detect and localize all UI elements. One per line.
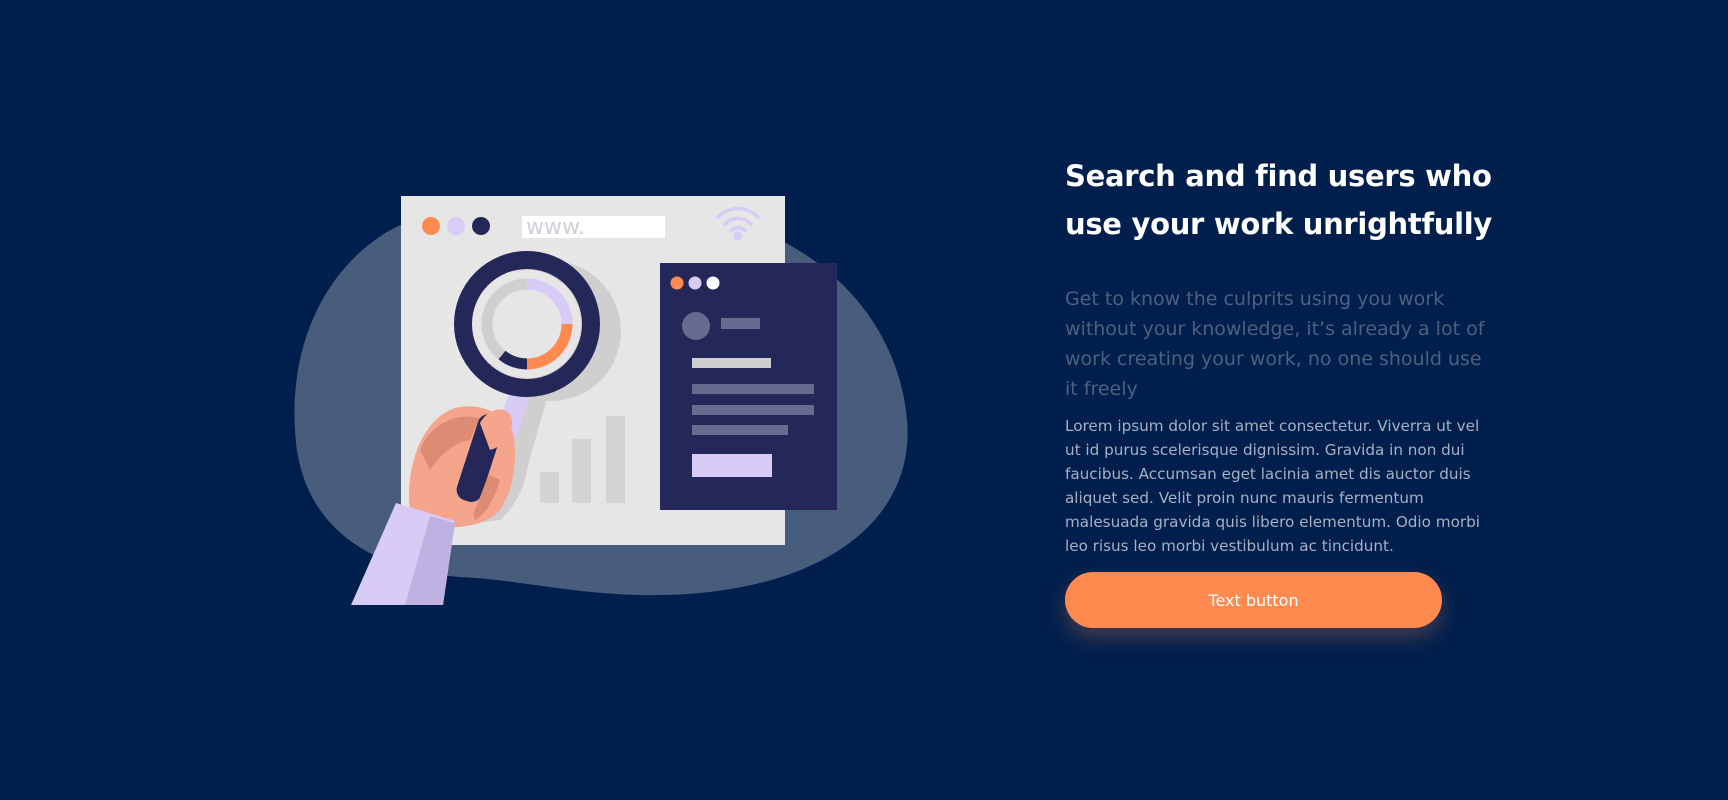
browser-dot-navy	[472, 217, 490, 235]
hero-body-text: Lorem ipsum dolor sit amet consectetur. …	[1065, 417, 1480, 555]
hero-subheadline: Get to know the culprits using you work …	[1065, 288, 1485, 400]
browser-dot-lavender	[447, 217, 465, 235]
hero-content: Search and find users who use your work …	[1065, 152, 1505, 628]
profile-card-icon	[660, 263, 837, 510]
search-illustration: www.	[294, 196, 908, 605]
hero-headline: Search and find users who use your work …	[1065, 159, 1492, 241]
url-bar-text: www.	[526, 215, 585, 240]
browser-dot-orange	[422, 217, 440, 235]
text-button[interactable]: Text button	[1065, 572, 1442, 628]
text-button-label: Text button	[1208, 590, 1299, 610]
page: www. Search and find users who use your …	[0, 0, 1728, 800]
